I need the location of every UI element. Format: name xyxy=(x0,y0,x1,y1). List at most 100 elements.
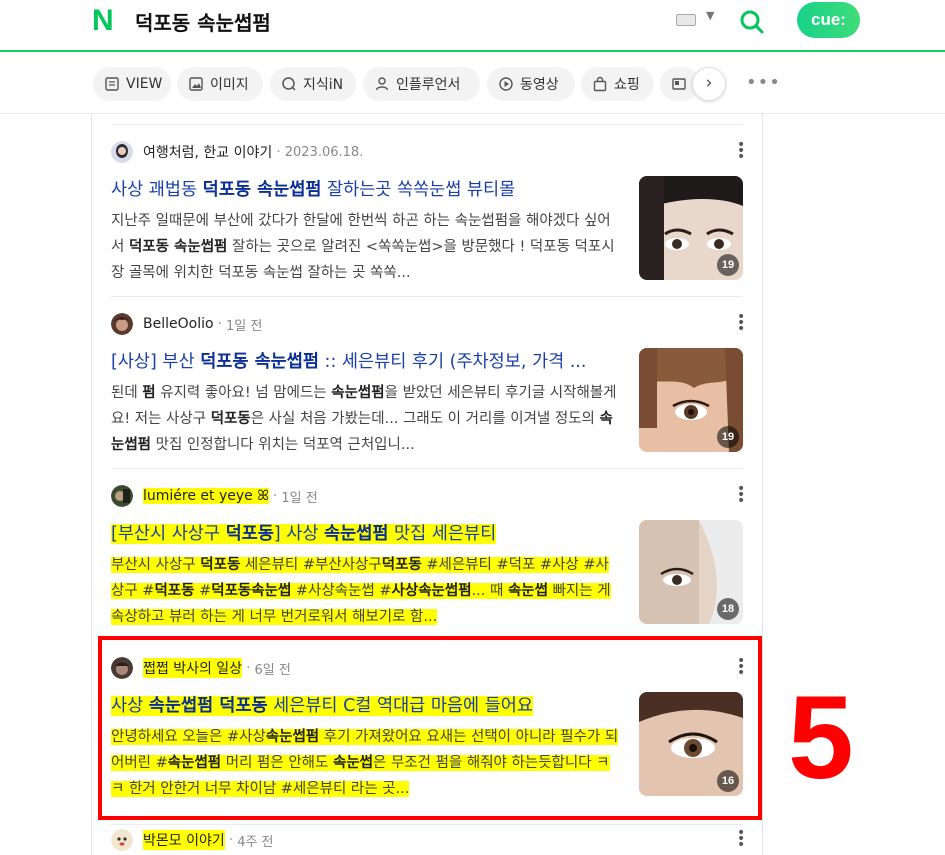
text-segment: ] 사상 xyxy=(273,524,325,544)
tab-kin[interactable]: 지식iN xyxy=(270,67,356,101)
text-segment: # xyxy=(194,583,212,599)
author-name[interactable]: BelleOolio xyxy=(143,316,214,332)
text-run: 사상 괘법동 덕포동 속눈썹펌 잘하는곳 쏙쏙눈썹 뷰티몰 xyxy=(111,180,515,200)
text-segment: 세은뷰티 #부산사상구 xyxy=(240,557,382,573)
keyword-match: 속눈썹펌 xyxy=(324,524,389,544)
text-run: [부산시 사상구 덕포동] 사상 속눈썹펌 맛집 세은뷰티 xyxy=(111,524,497,544)
author-row: lumiére et yeye ꕤ · 1일 전 xyxy=(111,484,318,508)
result-title[interactable]: [부산시 사상구 덕포동] 사상 속눈썹펌 맛집 세은뷰티 xyxy=(111,520,619,545)
result-item: lumiére et yeye ꕤ · 1일 전 • • • [부산시 사상구 덕포… xyxy=(111,482,745,634)
text-segment: ... 때 xyxy=(471,583,508,599)
more-options-icon[interactable]: • • • xyxy=(737,138,745,164)
avatar[interactable] xyxy=(111,141,133,163)
search-tabs: VIEW 이미지 지식iN 인플루언서 동영상 쇼핑 › ••• xyxy=(0,54,945,114)
more-icon[interactable]: ••• xyxy=(746,72,781,93)
news-icon xyxy=(672,78,686,90)
thumbnail-image[interactable]: 19 xyxy=(639,176,743,280)
keyword-match: 펌 xyxy=(142,385,156,401)
more-options-icon[interactable]: • • • xyxy=(737,310,745,336)
author-row: 여행처럼, 한교 이야기 · 2023.06.18. xyxy=(111,140,363,164)
keyword-match: 덕포동 속눈썹펌 xyxy=(202,180,322,200)
divider xyxy=(111,296,743,297)
text-run: 부산시 사상구 덕포동 세은뷰티 #부산사상구덕포동 #세은뷰티 #덕포 #사상… xyxy=(111,557,611,625)
image-count-badge: 19 xyxy=(717,254,739,276)
avatar[interactable] xyxy=(111,829,133,851)
result-item: 여행처럼, 한교 이야기 · 2023.06.18. • • • 사상 괘법동 덕포… xyxy=(111,138,745,290)
keyword-match: 덕포동 xyxy=(210,411,251,427)
tab-label: 지식iN xyxy=(303,77,344,93)
keyword-match: 덕포동 xyxy=(154,583,195,599)
text-run: [사상] 부산 덕포동 속눈썹펌 :: 세은뷰티 후기 (주차정보, 가격 ..… xyxy=(111,352,586,372)
keyword-match: 덕포동속눈썹 xyxy=(211,583,292,599)
post-date: 4주 전 xyxy=(237,834,274,850)
annotation-box xyxy=(98,636,762,820)
question-icon xyxy=(282,77,296,91)
text-segment: 유지력 좋아요! 넘 맘에드는 xyxy=(155,385,332,401)
author-name[interactable]: lumiére et yeye ꕤ xyxy=(143,488,269,504)
separator-dot: · xyxy=(272,488,278,504)
keyboard-icon[interactable] xyxy=(676,14,696,26)
keyword-match: 속눈썹펌 xyxy=(331,385,385,401)
text-segment: #사상속눈썹 # xyxy=(291,583,392,599)
result-title[interactable]: [사상] 부산 덕포동 속눈썹펌 :: 세은뷰티 후기 (주차정보, 가격 ..… xyxy=(111,348,619,373)
text-segment: :: 세은뷰티 후기 (주차정보, 가격 ... xyxy=(318,352,587,372)
search-header: N 덕포동 속눈썹펌 ▼ cue: xyxy=(0,0,945,52)
avatar[interactable] xyxy=(111,313,133,335)
text-segment: 잘하는곳 쏙쏙눈썹 뷰티몰 xyxy=(321,180,516,200)
image-count-badge: 18 xyxy=(717,598,739,620)
author-name[interactable]: 박몬모 이야기 xyxy=(143,830,225,850)
more-options-icon[interactable]: • • • xyxy=(737,826,745,852)
separator-dot: · xyxy=(228,832,234,848)
author-row: 박몬모 이야기 · 4주 전 xyxy=(111,828,274,852)
post-date: 1일 전 xyxy=(226,318,263,334)
image-count-badge: 19 xyxy=(717,426,739,448)
text-segment: [부산시 사상구 xyxy=(111,524,226,544)
naver-logo[interactable]: N xyxy=(92,6,118,36)
separator-dot: · xyxy=(276,144,281,160)
person-icon xyxy=(375,77,389,91)
post-date: 2023.06.18. xyxy=(284,144,364,160)
tab-label: 동영상 xyxy=(520,77,559,93)
view-icon xyxy=(105,77,119,91)
text-segment: 부산시 사상구 xyxy=(111,557,201,573)
chevron-down-icon[interactable]: ▼ xyxy=(706,9,714,22)
result-item: BelleOolio · 1일 전 • • • [사상] 부산 덕포동 속눈썹펌 :… xyxy=(111,310,745,462)
divider xyxy=(111,824,743,825)
annotation-number: 5 xyxy=(788,672,854,804)
divider xyxy=(111,468,743,469)
tab-influencer[interactable]: 인플루언서 xyxy=(363,67,480,101)
search-query[interactable]: 덕포동 속눈썹펌 xyxy=(135,7,271,36)
result-description[interactable]: 지난주 일때문에 부산에 갔다가 한달에 한번씩 하곤 하는 속눈썹펌을 해야겠… xyxy=(111,208,621,286)
tab-label: 인플루언서 xyxy=(396,77,461,93)
result-description[interactable]: 부산시 사상구 덕포동 세은뷰티 #부산사상구덕포동 #세은뷰티 #덕포 #사상… xyxy=(111,552,621,630)
search-icon[interactable] xyxy=(738,8,766,36)
keyword-match: 덕포동 xyxy=(381,557,422,573)
keyword-match: 사상속눈썹펌 xyxy=(391,583,472,599)
shopping-bag-icon xyxy=(593,76,607,92)
cue-button[interactable]: cue: xyxy=(797,2,860,38)
author-name[interactable]: 여행처럼, 한교 이야기 xyxy=(143,142,272,162)
thumbnail-image[interactable]: 19 xyxy=(639,348,743,452)
tab-shopping[interactable]: 쇼핑 xyxy=(581,67,654,101)
tab-label: 쇼핑 xyxy=(614,77,640,93)
result-title[interactable]: 사상 괘법동 덕포동 속눈썹펌 잘하는곳 쏙쏙눈썹 뷰티몰 xyxy=(111,176,619,201)
tab-image[interactable]: 이미지 xyxy=(177,67,263,101)
thumbnail-image[interactable]: 18 xyxy=(639,520,743,624)
tab-label: VIEW xyxy=(126,76,163,92)
result-description[interactable]: 된데 펌 유지력 좋아요! 넘 맘에드는 속눈썹펌을 받았던 세은뷰티 후기글 … xyxy=(111,380,621,458)
avatar[interactable] xyxy=(111,485,133,507)
result-item: 박몬모 이야기 · 4주 전 • • • xyxy=(111,826,745,855)
text-segment: 맛집 세은뷰티 xyxy=(388,524,497,544)
more-options-icon[interactable]: • • • xyxy=(737,482,745,508)
text-segment: 된데 xyxy=(111,385,143,401)
tab-view[interactable]: VIEW xyxy=(93,67,171,101)
tab-label: 이미지 xyxy=(210,77,249,93)
tab-video[interactable]: 동영상 xyxy=(487,67,575,101)
keyword-match: 덕포동 속눈썹펌 xyxy=(128,239,228,255)
text-run: 지난주 일때문에 부산에 갔다가 한달에 한번씩 하곤 하는 속눈썹펌을 해야겠… xyxy=(111,213,615,281)
post-date: 1일 전 xyxy=(281,490,318,506)
separator-dot: · xyxy=(217,316,222,332)
chevron-right-icon[interactable]: › xyxy=(692,67,726,101)
keyword-match: 속눈썹 xyxy=(507,583,548,599)
keyword-match: 덕포동 xyxy=(200,557,241,573)
